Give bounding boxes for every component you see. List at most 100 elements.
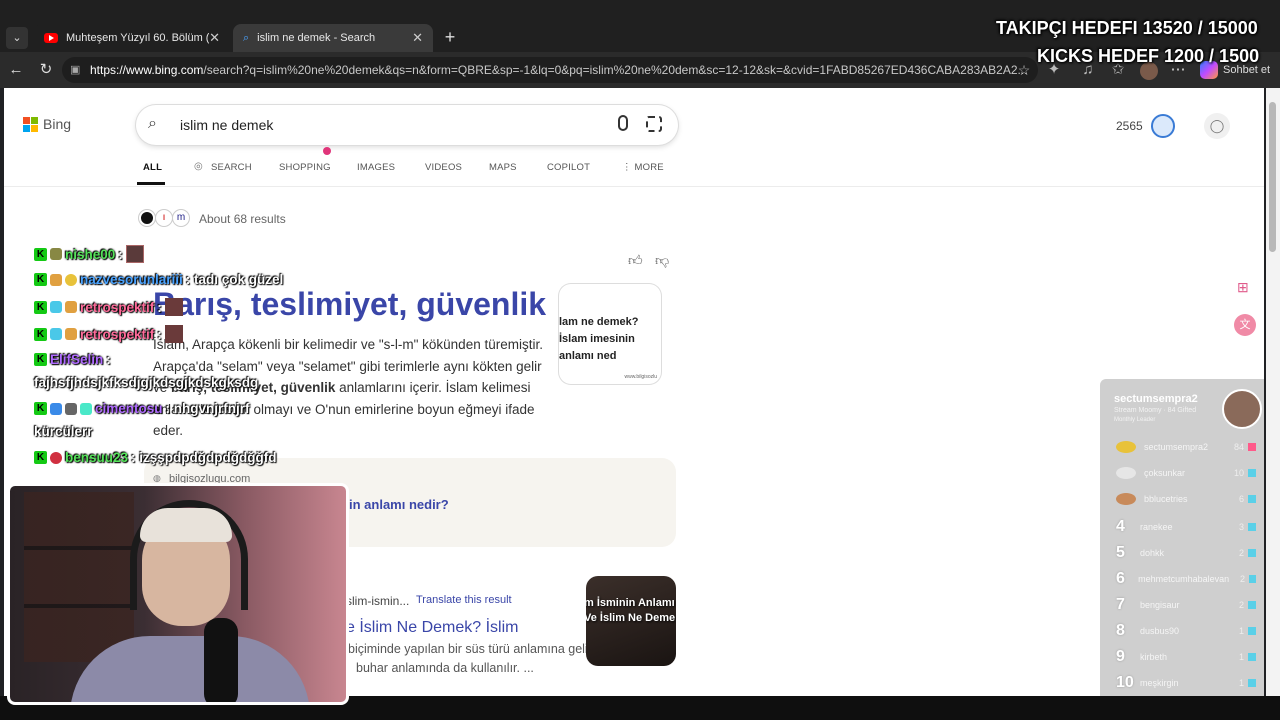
tab-more[interactable]: ⋮ MORE <box>622 162 664 173</box>
chat-username: retrospektif <box>80 299 155 315</box>
rewards-points[interactable]: 2565 <box>1116 119 1143 133</box>
leaderboard-name: kirbeth <box>1140 652 1168 662</box>
search-icon[interactable]: ⌕ <box>148 115 157 133</box>
gift-icon <box>1248 469 1256 477</box>
tab-images[interactable]: IMAGES <box>357 162 395 173</box>
leaderboard-row: 6 mehmetcumhabalevan 2 <box>1116 570 1256 588</box>
tab-maps[interactable]: MAPS <box>489 162 517 173</box>
leaderboard-rank: 10 <box>1116 674 1134 691</box>
gift-badge-icon <box>50 273 62 286</box>
gift-icon <box>1248 575 1256 583</box>
leaderboard-top-sub: Stream Moomy · 84 Gifted <box>1114 407 1197 414</box>
tab-youtube[interactable]: Muhteşem Yüzyıl 60. Bölüm (4K) - ✕ <box>34 24 230 52</box>
result-url[interactable]: slim-ismin... <box>346 594 409 608</box>
diamond-badge-icon <box>50 301 62 313</box>
answer-thumbnail[interactable]: lam ne demek? İslam imesinin anlamı ned … <box>559 284 661 384</box>
kick-badge-icon: K <box>34 327 47 341</box>
leaderboard-name: dusbus90 <box>1140 626 1180 636</box>
chat-emote <box>125 245 144 263</box>
search-input[interactable]: islim ne demek <box>180 117 273 133</box>
chat-text: : <box>118 246 123 262</box>
rewards-trophy-icon[interactable] <box>1151 114 1175 138</box>
thumbs-up-icon[interactable]: 👍︎ <box>628 252 643 269</box>
chat-message: K retrospektif: <box>34 298 183 316</box>
source-link[interactable]: in anlamı nedir? <box>349 497 449 512</box>
leaderboard-row: 10 meşkirgin 1 <box>1116 674 1256 692</box>
follower-goal-overlay: TAKIPÇI HEDEFI 13520 / 15000 <box>996 18 1258 38</box>
visual-search-icon[interactable] <box>646 116 662 132</box>
microphone-icon[interactable] <box>618 115 628 131</box>
kick-badge-icon: K <box>34 273 47 286</box>
diamond-badge-icon <box>50 328 62 340</box>
browser-address-bar: ← ↻ ▣ https://www.bing.com/search?q=isli… <box>0 46 1280 88</box>
apps-icon[interactable]: ⊞ <box>1237 279 1249 296</box>
result-thumbnail[interactable]: m İsminin Anlamı Ve İslim Ne Deme <box>586 576 676 666</box>
scrollbar-thumb[interactable] <box>1269 102 1276 252</box>
leaderboard-value: 2 <box>1238 548 1244 558</box>
back-arrow-icon[interactable]: ← <box>6 60 26 80</box>
webcam-overlay <box>7 483 349 705</box>
site-info-icon[interactable]: ▣ <box>70 57 80 83</box>
chat-message: K retrospektif: <box>34 325 183 343</box>
chat-text: : nhgvnjrfnjrf <box>165 401 250 416</box>
tab-all-underline <box>137 182 165 185</box>
close-tab-icon[interactable]: ✕ <box>412 30 423 46</box>
url-input[interactable]: ▣ https://www.bing.com/search?q=islim%20… <box>62 57 1038 83</box>
translate-icon[interactable]: 文 <box>1234 314 1256 336</box>
results-count: About 68 results <box>199 212 286 226</box>
chat-text: : <box>106 352 111 367</box>
gift-icon <box>1248 523 1256 531</box>
tab-shopping[interactable]: SHOPPING <box>279 162 331 173</box>
chat-text: fajhsfjhdsjkfksdjgjkdsgjkdskgksdg <box>34 375 259 390</box>
answer-text-2: anlamlarını içerir. İslam <box>339 380 478 395</box>
bing-logo[interactable]: Bing <box>23 116 71 132</box>
leaderboard-value: 10 <box>1233 468 1244 478</box>
tab-title: islim ne demek - Search <box>257 32 376 44</box>
chat-username: cimentosu <box>95 401 163 416</box>
tab-list-dropdown-button[interactable]: ⌄ <box>6 27 28 49</box>
leaderboard-row: 7 bengisaur 2 <box>1116 596 1256 614</box>
chat-username: retrospektif <box>80 326 155 342</box>
leaderboard-value: 6 <box>1238 494 1244 504</box>
tab-videos[interactable]: VIDEOS <box>425 162 462 173</box>
url-host: https://www.bing.com <box>90 63 204 77</box>
close-tab-icon[interactable]: ✕ <box>209 30 220 46</box>
chat-text: : <box>157 299 162 315</box>
refresh-icon[interactable]: ↻ <box>36 60 56 80</box>
leaderboard-top-user: sectumsempra2 <box>1114 393 1198 405</box>
gift-icon <box>1248 627 1256 635</box>
chat-message: K nazvesorunlariii: tadı çok güzel <box>34 272 283 287</box>
chat-message-continued: fajhsfjhdsjkfksdjgjkdsgjkdskgksdg <box>34 375 258 390</box>
leaderboard-value: 2 <box>1239 574 1245 584</box>
leaderboard-rank: 9 <box>1116 648 1125 665</box>
silver-lips-icon <box>1116 467 1136 479</box>
tab-title: Muhteşem Yüzyıl 60. Bölüm (4K) - <box>66 32 209 44</box>
header-divider <box>4 186 1264 187</box>
new-tab-button[interactable]: + <box>440 26 460 48</box>
gift-icon <box>1248 443 1256 451</box>
result-title[interactable]: e İslim Ne Demek? İslim <box>346 619 518 637</box>
founder-badge-icon <box>80 402 92 415</box>
page-scrollbar[interactable] <box>1266 88 1280 696</box>
leaderboard-name: sectumsempra2 <box>1144 442 1209 452</box>
webcam-microphone <box>204 618 238 702</box>
tab-bing-search[interactable]: ⌕ islim ne demek - Search ✕ <box>233 24 433 52</box>
kick-badge-icon: K <box>34 300 47 314</box>
tab-search[interactable]: SEARCH <box>211 162 252 173</box>
translate-link[interactable]: Translate this result <box>416 594 512 606</box>
tab-all[interactable]: ALL <box>143 162 162 173</box>
gift-badge-icon <box>65 328 77 340</box>
leaderboard-name: bblucetries <box>1144 494 1188 504</box>
chat-username: nazvesorunlariii <box>80 272 183 287</box>
kick-badge-icon: K <box>34 353 47 366</box>
search-box[interactable]: ⌕ islim ne demek <box>136 105 678 145</box>
leaderboard-row: 8 dusbus90 1 <box>1116 622 1256 640</box>
favorite-star-icon[interactable]: ☆ <box>1014 60 1034 80</box>
result-snippet-2: buhar anlamında da kullanılır. ... <box>356 661 534 675</box>
tab-copilot[interactable]: COPILOT <box>547 162 590 173</box>
thumbs-down-icon[interactable]: 👎︎ <box>655 252 669 269</box>
account-icon[interactable]: ◯ <box>1204 113 1230 139</box>
answer-title: Barış, teslimiyet, güvenlik <box>153 286 547 322</box>
verified-badge-icon <box>50 402 62 415</box>
leaderboard-name: mehmetcumhabalevan <box>1138 574 1230 584</box>
